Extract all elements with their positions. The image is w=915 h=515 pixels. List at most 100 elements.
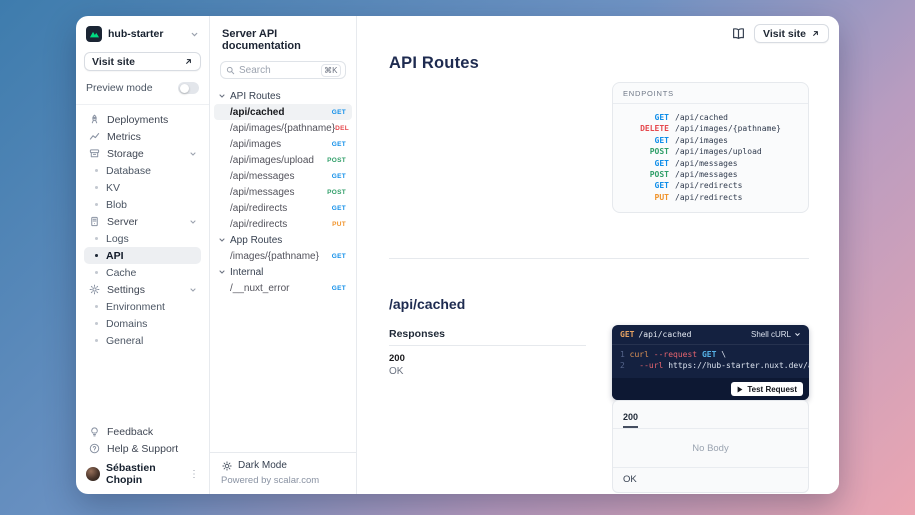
route-item[interactable]: /api/redirectsPUT	[214, 216, 352, 232]
bullet-icon	[95, 203, 98, 206]
sidebar-item-deployments[interactable]: Deployments	[84, 111, 201, 128]
doc-title: Server API documentation	[210, 16, 356, 61]
book-icon[interactable]	[732, 27, 745, 40]
bullet-icon	[95, 271, 98, 274]
kebab-menu-icon[interactable]: ⋮	[189, 469, 199, 480]
sidebar-item-label: Blob	[106, 199, 127, 211]
tab-200[interactable]: 200	[623, 412, 638, 428]
route-name: /api/messages	[230, 171, 294, 182]
chevron-down-icon	[218, 268, 226, 276]
sidebar-item-general[interactable]: General	[84, 332, 201, 349]
content-topbar: Visit site	[732, 24, 829, 43]
response-empty-body: No Body	[613, 429, 808, 468]
visit-site-button-top[interactable]: Visit site	[754, 24, 829, 43]
rocket-icon	[88, 114, 100, 125]
group-internal[interactable]: Internal	[214, 264, 352, 280]
sidebar: hub-starter Visit site Preview mode	[76, 16, 210, 494]
route-item[interactable]: /api/images/uploadPOST	[214, 152, 352, 168]
endpoint-row[interactable]: GET/api/cached	[623, 112, 798, 123]
code-token: https://hub-starter.nuxt.dev/api	[668, 361, 809, 370]
explorer-footer: Dark Mode Powered by scalar.com	[210, 452, 356, 494]
responses-heading: Responses	[389, 328, 445, 340]
section-divider	[389, 258, 809, 259]
route-item[interactable]: /api/messagesPOST	[214, 184, 352, 200]
sidebar-item-label: Database	[106, 165, 151, 177]
sidebar-item-domains[interactable]: Domains	[84, 315, 201, 332]
route-item[interactable]: /api/cachedGET	[214, 104, 352, 120]
sidebar-item-kv[interactable]: KV	[84, 179, 201, 196]
sidebar-item-label: Domains	[106, 318, 147, 330]
sidebar-item-help[interactable]: Help & Support	[84, 440, 201, 457]
api-explorer-panel: Server API documentation Search ⌘K API R…	[210, 16, 357, 494]
route-item[interactable]: /api/redirectsGET	[214, 200, 352, 216]
visit-site-label: Visit site	[763, 28, 806, 40]
line-number: 2	[620, 361, 625, 370]
method-badge: DEL	[335, 125, 349, 132]
client-selector[interactable]: Shell cURL	[751, 330, 801, 339]
sidebar-item-cache[interactable]: Cache	[84, 264, 201, 281]
dark-mode-toggle[interactable]: Dark Mode	[221, 460, 345, 471]
sidebar-item-database[interactable]: Database	[84, 162, 201, 179]
desktop-background: hub-starter Visit site Preview mode	[0, 0, 915, 515]
storage-icon	[88, 148, 100, 159]
method-badge: GET	[332, 109, 346, 116]
search-input[interactable]: Search ⌘K	[220, 61, 346, 79]
endpoint-row[interactable]: GET/api/images	[623, 135, 798, 146]
sidebar-item-feedback[interactable]: Feedback	[84, 423, 201, 440]
sidebar-item-environment[interactable]: Environment	[84, 298, 201, 315]
endpoint-method: GET	[623, 135, 669, 146]
endpoint-row[interactable]: GET/api/messages	[623, 158, 798, 169]
route-item[interactable]: /api/images/{pathname}DEL	[214, 120, 352, 136]
search-placeholder: Search	[239, 65, 271, 76]
method-badge: GET	[332, 141, 346, 148]
preview-mode-toggle[interactable]	[178, 82, 199, 94]
response-footer: OK	[613, 468, 808, 492]
request-example-footer: Test Request	[612, 378, 809, 400]
route-item[interactable]: /api/imagesGET	[214, 136, 352, 152]
sidebar-item-server[interactable]: Server	[84, 213, 201, 230]
endpoint-row[interactable]: DELETE/api/images/{pathname}	[623, 123, 798, 134]
endpoint-row[interactable]: PUT/api/redirects	[623, 192, 798, 203]
user-menu[interactable]: Sébastien Chopin ⋮	[84, 462, 201, 486]
workspace-switcher[interactable]: hub-starter	[84, 26, 201, 42]
server-icon	[88, 216, 100, 227]
endpoint-row[interactable]: POST/api/messages	[623, 169, 798, 180]
sidebar-item-label: General	[106, 335, 143, 347]
sidebar-item-api[interactable]: API	[84, 247, 201, 264]
avatar	[86, 467, 100, 481]
endpoint-method: POST	[623, 146, 669, 157]
sidebar-item-settings[interactable]: Settings	[84, 281, 201, 298]
endpoint-method: PUT	[623, 192, 669, 203]
endpoint-path: /api/messages	[675, 158, 738, 169]
route-item[interactable]: /images/{pathname}GET	[214, 248, 352, 264]
group-api-routes[interactable]: API Routes	[214, 88, 352, 104]
bullet-icon	[95, 305, 98, 308]
chevron-down-icon	[189, 150, 197, 158]
sidebar-item-metrics[interactable]: Metrics	[84, 128, 201, 145]
route-name: /api/images/upload	[230, 155, 314, 166]
test-request-button[interactable]: Test Request	[731, 382, 803, 396]
sidebar-item-storage[interactable]: Storage	[84, 145, 201, 162]
routes-list: API Routes /api/cachedGET /api/images/{p…	[210, 88, 356, 452]
endpoint-row[interactable]: POST/api/images/upload	[623, 146, 798, 157]
method-badge: GET	[332, 173, 346, 180]
visit-site-button[interactable]: Visit site	[84, 52, 201, 71]
powered-by-link[interactable]: Powered by scalar.com	[221, 475, 345, 486]
workspace-name: hub-starter	[108, 28, 163, 40]
endpoint-row[interactable]: GET/api/redirects	[623, 180, 798, 191]
chevron-down-icon	[218, 236, 226, 244]
method-badge: GET	[332, 285, 346, 292]
route-item[interactable]: /__nuxt_errorGET	[214, 280, 352, 296]
doc-content: Visit site API Routes ENDPOINTS GET/api/…	[357, 16, 839, 494]
sidebar-item-logs[interactable]: Logs	[84, 230, 201, 247]
page-title: API Routes	[389, 54, 479, 73]
app-window: hub-starter Visit site Preview mode	[76, 16, 839, 494]
gear-icon	[88, 284, 100, 295]
group-app-routes[interactable]: App Routes	[214, 232, 352, 248]
response-tabs: 200	[613, 401, 808, 429]
sidebar-item-blob[interactable]: Blob	[84, 196, 201, 213]
responses-divider	[389, 345, 586, 346]
chart-icon	[88, 131, 100, 142]
route-item[interactable]: /api/messages GET	[214, 168, 352, 184]
preview-mode-label: Preview mode	[86, 82, 153, 94]
